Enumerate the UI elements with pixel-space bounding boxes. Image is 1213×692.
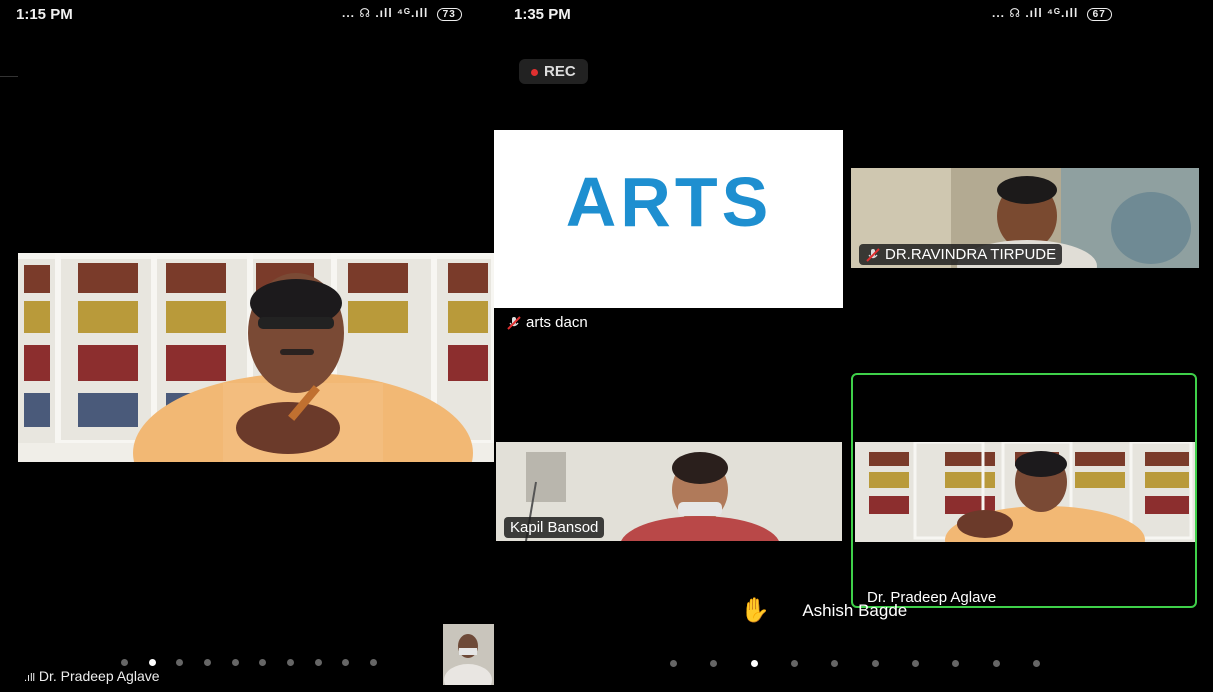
right-status-time: 1:35 PM [514, 6, 571, 23]
page-dot[interactable] [871, 660, 879, 667]
page-dot[interactable] [342, 659, 350, 666]
arts-dacn-label: arts dacn [506, 314, 588, 331]
signal-strength-icon: .ıll [24, 672, 35, 684]
ravindra-name-tag: DR.RAVINDRA TIRPUDE [859, 244, 1063, 266]
page-dot[interactable] [1032, 660, 1040, 667]
rec-label: REC [544, 63, 576, 80]
record-dot-icon [531, 68, 538, 76]
page-dot[interactable] [952, 660, 960, 667]
mic-muted-icon [866, 248, 880, 262]
self-view-image [443, 624, 494, 685]
left-status-time: 1:15 PM [16, 6, 73, 23]
right-battery-icon: 67 [1086, 8, 1112, 21]
left-page-indicator[interactable] [121, 659, 377, 666]
ravindra-name: DR.RAVINDRA TIRPUDE [885, 246, 1057, 263]
page-dot[interactable] [314, 659, 322, 666]
recording-badge: REC [519, 59, 588, 84]
page-dot[interactable] [670, 660, 677, 667]
page-dot[interactable] [203, 659, 211, 666]
left-speaker-name: Dr. Pradeep Aglave [38, 668, 160, 684]
main-speaker-video[interactable] [18, 253, 494, 462]
arts-dacn-name: arts dacn [526, 314, 588, 331]
right-status-icons: ... ☊ .ıll ⁴ᴳ.ıll 67 [992, 6, 1112, 21]
page-dot[interactable] [231, 659, 239, 666]
page-dot-active[interactable] [148, 659, 156, 666]
page-dot[interactable] [911, 660, 919, 667]
page-dot[interactable] [831, 660, 839, 667]
page-dot[interactable] [369, 659, 377, 666]
page-dot[interactable] [710, 660, 718, 667]
right-signal-icons: ... ☊ .ıll ⁴ᴳ.ıll [992, 6, 1079, 20]
page-dot[interactable] [790, 660, 798, 667]
kapil-name-tag: Kapil Bansod [504, 517, 605, 538]
left-speaker-label: .ıll Dr. Pradeep Aglave [24, 668, 160, 684]
arts-logo-text: ARTS [565, 163, 773, 241]
raised-hand-notification: ✋ Ashish Bagde [740, 596, 907, 625]
left-signal-icons: ... ☊ .ıll ⁴ᴳ.ıll [342, 6, 429, 20]
left-battery-icon: 73 [436, 8, 462, 21]
page-dot[interactable] [259, 659, 267, 666]
page-dot[interactable] [992, 660, 1000, 667]
arts-dacn-video-tile[interactable]: ARTS [494, 130, 843, 308]
page-dot[interactable] [176, 659, 184, 666]
raised-hand-name: Ashish Bagde [802, 600, 908, 620]
right-page-indicator[interactable] [670, 660, 1040, 667]
pradeep-video-tile-active[interactable]: Dr. Pradeep Aglave [851, 373, 1197, 608]
mic-muted-icon [507, 316, 521, 330]
left-status-icons: ... ☊ .ıll ⁴ᴳ.ıll 73 [342, 6, 462, 21]
left-divider-line [0, 76, 18, 77]
ravindra-video-tile[interactable]: DR.RAVINDRA TIRPUDE [851, 168, 1199, 268]
pradeep-video-image [855, 442, 1195, 542]
self-view-thumbnail[interactable] [443, 624, 494, 685]
raised-hand-icon: ✋ [740, 597, 770, 624]
page-dot-active[interactable] [750, 660, 758, 667]
page-dot[interactable] [121, 659, 128, 666]
page-dot[interactable] [286, 659, 294, 666]
kapil-video-tile[interactable]: Kapil Bansod [496, 442, 842, 541]
bookshelf-background [18, 253, 494, 462]
